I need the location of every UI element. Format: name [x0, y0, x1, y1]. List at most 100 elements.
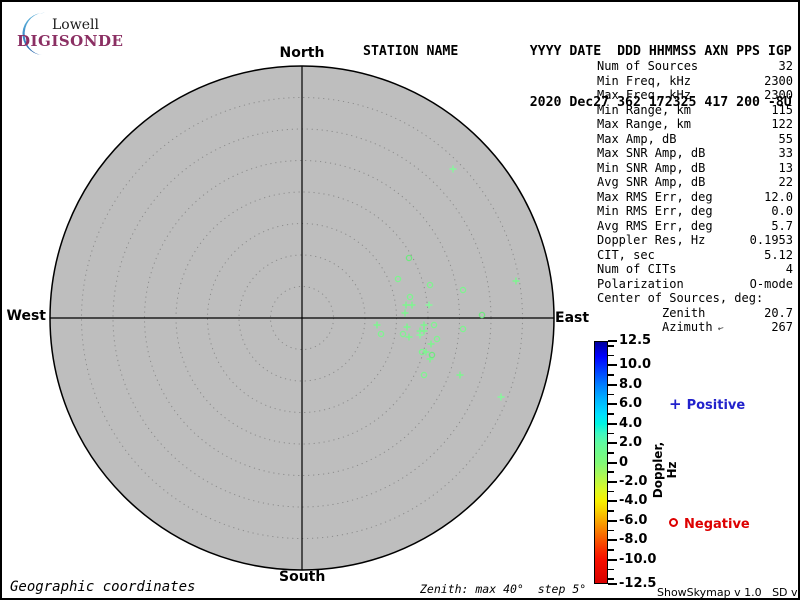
logo-digisonde-text: DIGISONDE: [17, 32, 124, 50]
negative-circle-icon: [669, 518, 678, 527]
stats-row: Min RMS Err, deg 0.0: [597, 204, 793, 219]
stats-row: Min Freq, kHz 2300: [597, 74, 793, 89]
colorbar-major-tick: [608, 519, 617, 522]
stat-label: Max SNR Amp, dB: [597, 146, 706, 160]
colorbar-minor-tick: [608, 393, 614, 396]
colorbar-tick-label: -10.0: [619, 551, 657, 567]
colorbar-tick-label: -2.0: [619, 473, 648, 489]
stat-label: Min RMS Err, deg: [597, 204, 713, 218]
stat-value: 5.12: [764, 247, 793, 262]
colorbar-tick-label: 8.0: [619, 376, 643, 392]
stats-row: Polarization O-mode: [597, 277, 793, 292]
colorbar-minor-tick: [608, 374, 614, 376]
stats-row: Min Range, km 115: [597, 103, 793, 118]
colorbar-tick-label: 6.0: [619, 396, 643, 412]
stat-value: 2300: [764, 88, 793, 102]
colorbar-minor-tick: [608, 471, 614, 473]
colorbar-major-tick: [608, 461, 617, 464]
stat-label: Azimuth ←: [597, 320, 725, 335]
stat-label: Min Freq, kHz: [597, 73, 691, 88]
stats-row: Max SNR Amp, dB 33: [597, 146, 793, 161]
colorbar-minor-tick: [608, 432, 614, 435]
stat-value: 32: [778, 59, 793, 73]
colorbar-tick-label: 12.5: [619, 333, 652, 348]
stat-value: 115: [771, 102, 793, 117]
stat-value: 267: [771, 320, 793, 334]
zenith-range-note: Zenith: max 40° step 5°: [420, 582, 587, 596]
stat-label: Min SNR Amp, dB: [597, 160, 706, 175]
colorbar-major-tick: [608, 500, 617, 503]
colorbar-major-tick: [608, 383, 617, 386]
colorbar-axis-title: Doppler, Hz: [651, 441, 679, 499]
colorbar-minor-tick: [608, 568, 614, 571]
colorbar-major-tick: [608, 340, 617, 342]
colorbar-tick-label: -6.0: [619, 512, 648, 528]
stat-value: 2300: [764, 73, 793, 88]
colorbar-tick-label: 0: [619, 454, 629, 470]
colorbar-major-tick: [608, 403, 617, 406]
stats-row: CIT, sec 5.12: [597, 248, 793, 263]
stats-row: Max Amp, dB 55: [597, 132, 793, 147]
colorbar-tick-label: -8.0: [619, 532, 648, 548]
stats-row: Center of Sources, deg:: [597, 291, 793, 306]
colorbar-tick-label: 10.0: [619, 357, 652, 373]
stat-value: 13: [778, 160, 793, 175]
colorbar-minor-tick: [608, 578, 614, 580]
stat-label: Avg SNR Amp, dB: [597, 175, 706, 189]
stats-row: Num of CITs 4: [597, 262, 793, 277]
stat-label: CIT, sec: [597, 247, 655, 262]
stats-panel: Num of Sources 32 Min Freq, kHz 2300 Max Fre…: [597, 59, 793, 335]
lowell-digisonde-logo: Lowell DIGISONDE: [12, 8, 142, 56]
stats-row: Zenith 20.7: [597, 306, 793, 321]
colorbar-tick-label: -12.5: [619, 576, 657, 591]
stat-value: 12.0: [764, 189, 793, 204]
stat-label: Zenith: [662, 305, 706, 320]
colorbar-major-tick: [608, 558, 617, 561]
stats-row: Avg RMS Err, deg 5.7: [597, 219, 793, 234]
stat-value: 20.7: [764, 305, 793, 320]
stat-value: 33: [778, 146, 793, 160]
stat-label: Max RMS Err, deg: [597, 189, 713, 204]
stat-value: 5.7: [771, 218, 793, 233]
azimuth-direction-arrow: ←: [716, 322, 725, 335]
stat-value: 22: [778, 175, 793, 189]
stat-label: Max Freq, kHz: [597, 88, 691, 102]
colorbar-minor-tick: [608, 354, 614, 357]
colorbar-major-tick: [608, 442, 617, 445]
colorbar-major-tick: [608, 422, 617, 425]
stats-row: Avg SNR Amp, dB 22: [597, 175, 793, 190]
colorbar-tick-label: -4.0: [619, 493, 648, 509]
stat-value: 122: [771, 117, 793, 131]
stat-label: Polarization: [597, 276, 684, 291]
coordinates-mode-label: Geographic coordinates: [10, 579, 196, 595]
stat-label: Min Range, km: [597, 102, 691, 117]
colorbar-major-tick: [608, 364, 617, 367]
colorbar-minor-tick: [608, 452, 614, 454]
stats-row: Num of Sources 32: [597, 59, 793, 74]
colorbar-minor-tick: [608, 345, 614, 347]
legend-positive-label: Positive: [686, 398, 746, 413]
colorbar-tick-label: 4.0: [619, 415, 643, 431]
stat-label: Center of Sources, deg:: [597, 291, 764, 305]
positive-plus-icon: +: [669, 395, 682, 413]
legend-negative: Negative: [669, 517, 750, 532]
legend-negative-label: Negative: [684, 517, 750, 532]
stat-label: Avg RMS Err, deg: [597, 218, 713, 233]
version-label: ShowSkymap v 1.0 SD v 5.1: [657, 586, 798, 599]
colorbar-major-tick: [608, 480, 617, 483]
stats-row: Max Range, km 122: [597, 117, 793, 132]
stat-label: Num of Sources: [597, 59, 699, 73]
stats-row: Min SNR Amp, dB 13: [597, 161, 793, 176]
legend-positive: + Positive: [669, 395, 746, 414]
stat-label: Max Range, km: [597, 117, 691, 131]
stats-row: Doppler Res, Hz 0.1953: [597, 233, 793, 248]
colorbar-major-tick: [608, 583, 617, 585]
stat-label: Num of CITs: [597, 262, 677, 276]
stats-row: Max RMS Err, deg 12.0: [597, 190, 793, 205]
compass-label-west: West: [6, 308, 46, 324]
stats-row: Max Freq, kHz 2300: [597, 88, 793, 103]
stat-label: Max Amp, dB: [597, 131, 677, 146]
doppler-colorbar: [594, 341, 608, 584]
stat-value: 0.0: [771, 204, 793, 218]
showskymap-window: Lowell DIGISONDE STATION NAME YYYY DATE …: [0, 0, 800, 600]
